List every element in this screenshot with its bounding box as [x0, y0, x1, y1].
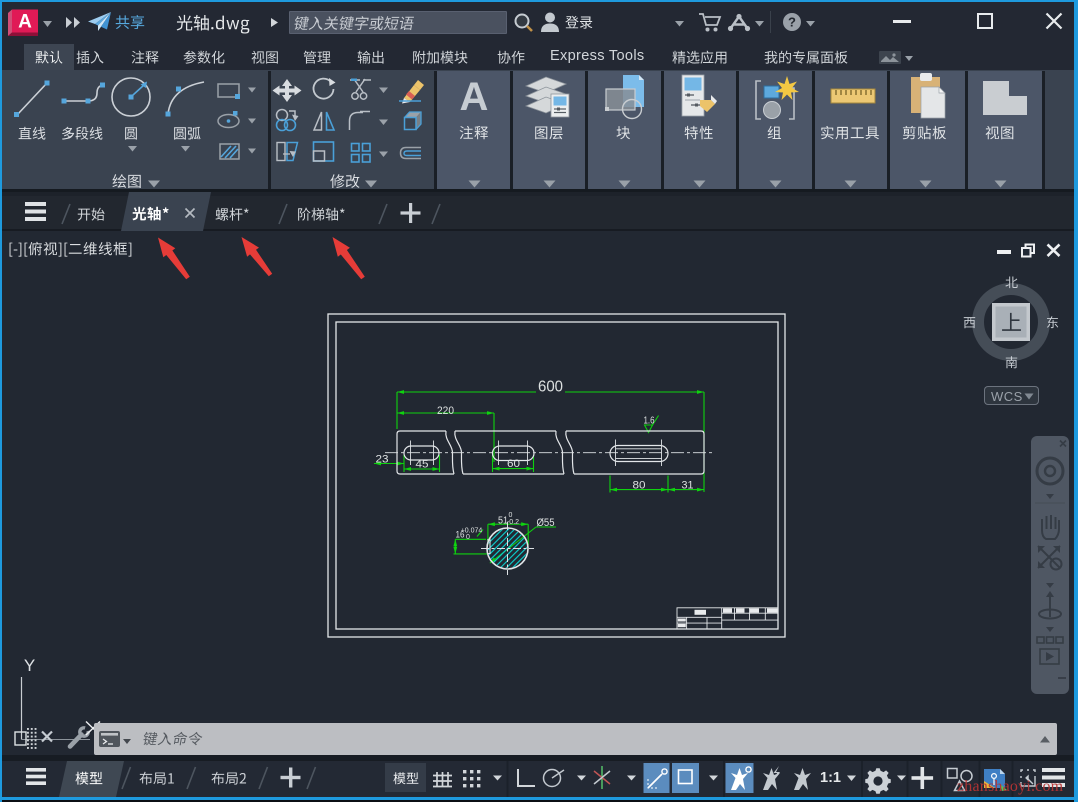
svg-text:+0.074: +0.074 [461, 528, 483, 535]
svg-text:?: ? [788, 15, 796, 30]
svg-text:A: A [18, 12, 32, 33]
svg-text:Y: Y [24, 656, 35, 675]
svg-text:0: 0 [509, 512, 513, 519]
svg-text:80: 80 [633, 479, 646, 491]
svg-text:31: 31 [682, 479, 694, 491]
svg-text:0: 0 [466, 534, 470, 541]
svg-text:600: 600 [538, 379, 563, 396]
svg-text:-0.2: -0.2 [507, 519, 519, 526]
svg-text:1.6: 1.6 [644, 416, 655, 427]
svg-text:23: 23 [376, 454, 389, 466]
svg-text:60: 60 [507, 458, 520, 470]
svg-text:Ø55: Ø55 [537, 517, 555, 529]
svg-text:220: 220 [437, 405, 454, 417]
